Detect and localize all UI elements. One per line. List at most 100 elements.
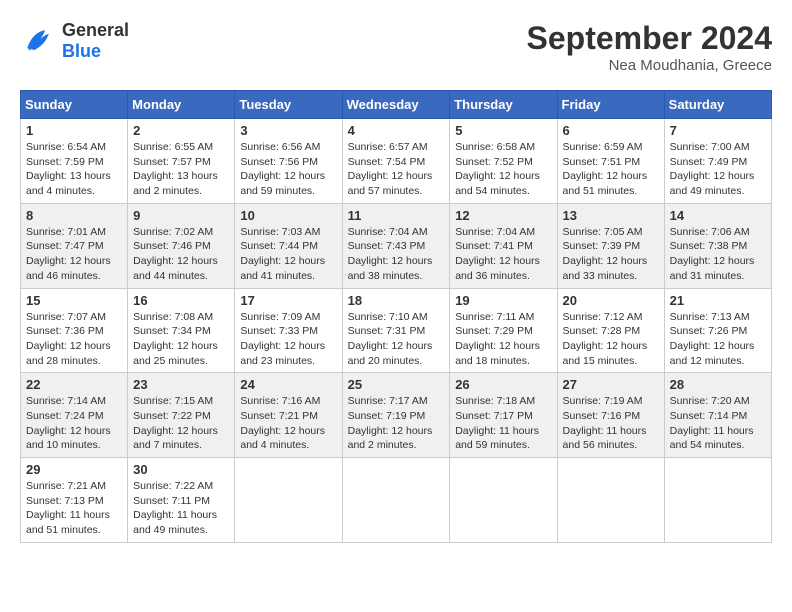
day-number: 20 xyxy=(563,293,659,308)
day-info: Sunrise: 7:14 AM Sunset: 7:24 PM Dayligh… xyxy=(26,394,122,453)
table-row: 22 Sunrise: 7:14 AM Sunset: 7:24 PM Dayl… xyxy=(21,373,128,458)
table-row: 19 Sunrise: 7:11 AM Sunset: 7:29 PM Dayl… xyxy=(450,288,557,373)
col-monday: Monday xyxy=(128,91,235,119)
title-block: September 2024 Nea Moudhania, Greece xyxy=(527,20,772,74)
day-number: 23 xyxy=(133,377,229,392)
table-row: 30 Sunrise: 7:22 AM Sunset: 7:11 PM Dayl… xyxy=(128,458,235,543)
day-info: Sunrise: 7:04 AM Sunset: 7:41 PM Dayligh… xyxy=(455,225,551,284)
day-info: Sunrise: 6:59 AM Sunset: 7:51 PM Dayligh… xyxy=(563,140,659,199)
day-number: 14 xyxy=(670,208,766,223)
table-row: 28 Sunrise: 7:20 AM Sunset: 7:14 PM Dayl… xyxy=(664,373,771,458)
day-info: Sunrise: 7:16 AM Sunset: 7:21 PM Dayligh… xyxy=(240,394,336,453)
day-number: 12 xyxy=(455,208,551,223)
day-number: 27 xyxy=(563,377,659,392)
table-row: 11 Sunrise: 7:04 AM Sunset: 7:43 PM Dayl… xyxy=(342,203,450,288)
table-row: 13 Sunrise: 7:05 AM Sunset: 7:39 PM Dayl… xyxy=(557,203,664,288)
table-row: 18 Sunrise: 7:10 AM Sunset: 7:31 PM Dayl… xyxy=(342,288,450,373)
day-info: Sunrise: 7:04 AM Sunset: 7:43 PM Dayligh… xyxy=(348,225,445,284)
day-info: Sunrise: 7:15 AM Sunset: 7:22 PM Dayligh… xyxy=(133,394,229,453)
logo-icon xyxy=(20,23,56,59)
day-info: Sunrise: 6:54 AM Sunset: 7:59 PM Dayligh… xyxy=(26,140,122,199)
col-sunday: Sunday xyxy=(21,91,128,119)
day-number: 19 xyxy=(455,293,551,308)
table-row: 24 Sunrise: 7:16 AM Sunset: 7:21 PM Dayl… xyxy=(235,373,342,458)
table-row xyxy=(450,458,557,543)
day-number: 3 xyxy=(240,123,336,138)
day-number: 13 xyxy=(563,208,659,223)
day-info: Sunrise: 7:21 AM Sunset: 7:13 PM Dayligh… xyxy=(26,479,122,538)
col-friday: Friday xyxy=(557,91,664,119)
table-row: 14 Sunrise: 7:06 AM Sunset: 7:38 PM Dayl… xyxy=(664,203,771,288)
calendar-row: 8 Sunrise: 7:01 AM Sunset: 7:47 PM Dayli… xyxy=(21,203,772,288)
day-number: 7 xyxy=(670,123,766,138)
day-number: 30 xyxy=(133,462,229,477)
day-number: 18 xyxy=(348,293,445,308)
table-row: 26 Sunrise: 7:18 AM Sunset: 7:17 PM Dayl… xyxy=(450,373,557,458)
day-info: Sunrise: 7:13 AM Sunset: 7:26 PM Dayligh… xyxy=(670,310,766,369)
day-info: Sunrise: 7:05 AM Sunset: 7:39 PM Dayligh… xyxy=(563,225,659,284)
table-row: 21 Sunrise: 7:13 AM Sunset: 7:26 PM Dayl… xyxy=(664,288,771,373)
day-number: 22 xyxy=(26,377,122,392)
day-info: Sunrise: 7:20 AM Sunset: 7:14 PM Dayligh… xyxy=(670,394,766,453)
table-row: 1 Sunrise: 6:54 AM Sunset: 7:59 PM Dayli… xyxy=(21,119,128,204)
calendar-row: 22 Sunrise: 7:14 AM Sunset: 7:24 PM Dayl… xyxy=(21,373,772,458)
day-info: Sunrise: 6:55 AM Sunset: 7:57 PM Dayligh… xyxy=(133,140,229,199)
day-number: 17 xyxy=(240,293,336,308)
table-row: 2 Sunrise: 6:55 AM Sunset: 7:57 PM Dayli… xyxy=(128,119,235,204)
table-row: 15 Sunrise: 7:07 AM Sunset: 7:36 PM Dayl… xyxy=(21,288,128,373)
table-row: 8 Sunrise: 7:01 AM Sunset: 7:47 PM Dayli… xyxy=(21,203,128,288)
day-number: 28 xyxy=(670,377,766,392)
day-number: 2 xyxy=(133,123,229,138)
logo: General Blue xyxy=(20,20,129,62)
day-info: Sunrise: 7:03 AM Sunset: 7:44 PM Dayligh… xyxy=(240,225,336,284)
day-info: Sunrise: 7:09 AM Sunset: 7:33 PM Dayligh… xyxy=(240,310,336,369)
col-tuesday: Tuesday xyxy=(235,91,342,119)
col-wednesday: Wednesday xyxy=(342,91,450,119)
day-number: 29 xyxy=(26,462,122,477)
month-title: September 2024 xyxy=(527,20,772,57)
table-row: 25 Sunrise: 7:17 AM Sunset: 7:19 PM Dayl… xyxy=(342,373,450,458)
day-info: Sunrise: 6:56 AM Sunset: 7:56 PM Dayligh… xyxy=(240,140,336,199)
day-info: Sunrise: 7:12 AM Sunset: 7:28 PM Dayligh… xyxy=(563,310,659,369)
calendar-row: 29 Sunrise: 7:21 AM Sunset: 7:13 PM Dayl… xyxy=(21,458,772,543)
col-thursday: Thursday xyxy=(450,91,557,119)
day-info: Sunrise: 7:01 AM Sunset: 7:47 PM Dayligh… xyxy=(26,225,122,284)
table-row xyxy=(557,458,664,543)
day-info: Sunrise: 7:19 AM Sunset: 7:16 PM Dayligh… xyxy=(563,394,659,453)
day-number: 25 xyxy=(348,377,445,392)
table-row: 17 Sunrise: 7:09 AM Sunset: 7:33 PM Dayl… xyxy=(235,288,342,373)
table-row: 10 Sunrise: 7:03 AM Sunset: 7:44 PM Dayl… xyxy=(235,203,342,288)
day-number: 8 xyxy=(26,208,122,223)
day-number: 10 xyxy=(240,208,336,223)
table-row: 6 Sunrise: 6:59 AM Sunset: 7:51 PM Dayli… xyxy=(557,119,664,204)
page-header: General Blue September 2024 Nea Moudhani… xyxy=(20,20,772,74)
table-row xyxy=(235,458,342,543)
day-info: Sunrise: 6:58 AM Sunset: 7:52 PM Dayligh… xyxy=(455,140,551,199)
col-saturday: Saturday xyxy=(664,91,771,119)
day-number: 16 xyxy=(133,293,229,308)
day-number: 1 xyxy=(26,123,122,138)
day-info: Sunrise: 7:17 AM Sunset: 7:19 PM Dayligh… xyxy=(348,394,445,453)
table-row: 29 Sunrise: 7:21 AM Sunset: 7:13 PM Dayl… xyxy=(21,458,128,543)
table-row: 7 Sunrise: 7:00 AM Sunset: 7:49 PM Dayli… xyxy=(664,119,771,204)
table-row: 16 Sunrise: 7:08 AM Sunset: 7:34 PM Dayl… xyxy=(128,288,235,373)
table-row: 4 Sunrise: 6:57 AM Sunset: 7:54 PM Dayli… xyxy=(342,119,450,204)
calendar-row: 1 Sunrise: 6:54 AM Sunset: 7:59 PM Dayli… xyxy=(21,119,772,204)
table-row: 9 Sunrise: 7:02 AM Sunset: 7:46 PM Dayli… xyxy=(128,203,235,288)
calendar-table: Sunday Monday Tuesday Wednesday Thursday… xyxy=(20,90,772,543)
day-info: Sunrise: 6:57 AM Sunset: 7:54 PM Dayligh… xyxy=(348,140,445,199)
day-info: Sunrise: 7:08 AM Sunset: 7:34 PM Dayligh… xyxy=(133,310,229,369)
day-info: Sunrise: 7:00 AM Sunset: 7:49 PM Dayligh… xyxy=(670,140,766,199)
calendar-row: 15 Sunrise: 7:07 AM Sunset: 7:36 PM Dayl… xyxy=(21,288,772,373)
table-row: 3 Sunrise: 6:56 AM Sunset: 7:56 PM Dayli… xyxy=(235,119,342,204)
logo-text: General Blue xyxy=(62,20,129,62)
table-row: 5 Sunrise: 6:58 AM Sunset: 7:52 PM Dayli… xyxy=(450,119,557,204)
day-info: Sunrise: 7:02 AM Sunset: 7:46 PM Dayligh… xyxy=(133,225,229,284)
day-number: 5 xyxy=(455,123,551,138)
day-number: 26 xyxy=(455,377,551,392)
table-row xyxy=(664,458,771,543)
day-number: 9 xyxy=(133,208,229,223)
table-row xyxy=(342,458,450,543)
day-number: 21 xyxy=(670,293,766,308)
day-info: Sunrise: 7:18 AM Sunset: 7:17 PM Dayligh… xyxy=(455,394,551,453)
